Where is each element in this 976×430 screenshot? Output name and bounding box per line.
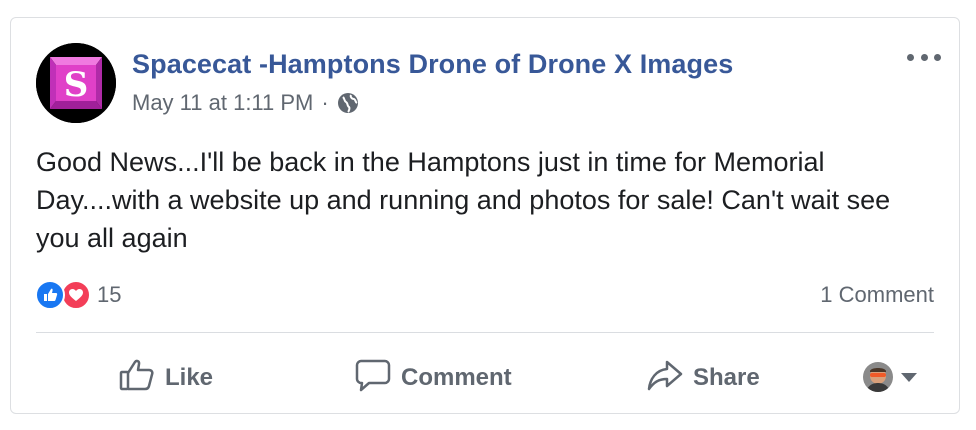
chevron-down-icon — [901, 372, 917, 382]
svg-text:S: S — [64, 65, 89, 105]
post-timestamp[interactable]: May 11 at 1:11 PM — [132, 90, 313, 116]
comment-label: Comment — [401, 364, 512, 391]
globe-icon[interactable] — [337, 92, 359, 114]
meta-separator: · — [321, 90, 329, 115]
love-reaction-icon — [61, 280, 91, 310]
author-name-link[interactable]: Spacecat -Hamptons Drone of Drone X Imag… — [132, 49, 733, 80]
react-as-selector[interactable] — [863, 362, 917, 392]
comments-count-link[interactable]: 1 Comment — [820, 282, 934, 308]
thumbs-up-icon — [119, 358, 165, 399]
post-card: S Spacecat -Hamptons Drone of Drone X Im… — [10, 17, 960, 414]
comment-button[interactable]: Comment — [355, 358, 512, 398]
more-options-icon[interactable] — [907, 46, 941, 68]
share-button[interactable]: Share — [647, 358, 760, 398]
actions-divider — [36, 332, 934, 333]
comment-bubble-icon — [355, 358, 401, 399]
reaction-count: 15 — [97, 282, 122, 307]
share-arrow-icon — [647, 358, 693, 399]
like-button[interactable]: Like — [119, 358, 213, 398]
like-reaction-icon — [35, 280, 65, 310]
post-body: Good News...I'll be back in the Hamptons… — [36, 147, 891, 253]
share-label: Share — [693, 364, 760, 391]
author-avatar[interactable]: S — [36, 43, 116, 123]
user-avatar — [863, 362, 893, 392]
like-label: Like — [165, 364, 214, 391]
reactions-summary[interactable]: 15 — [35, 280, 121, 310]
post-meta: May 11 at 1:11 PM · — [132, 90, 359, 116]
